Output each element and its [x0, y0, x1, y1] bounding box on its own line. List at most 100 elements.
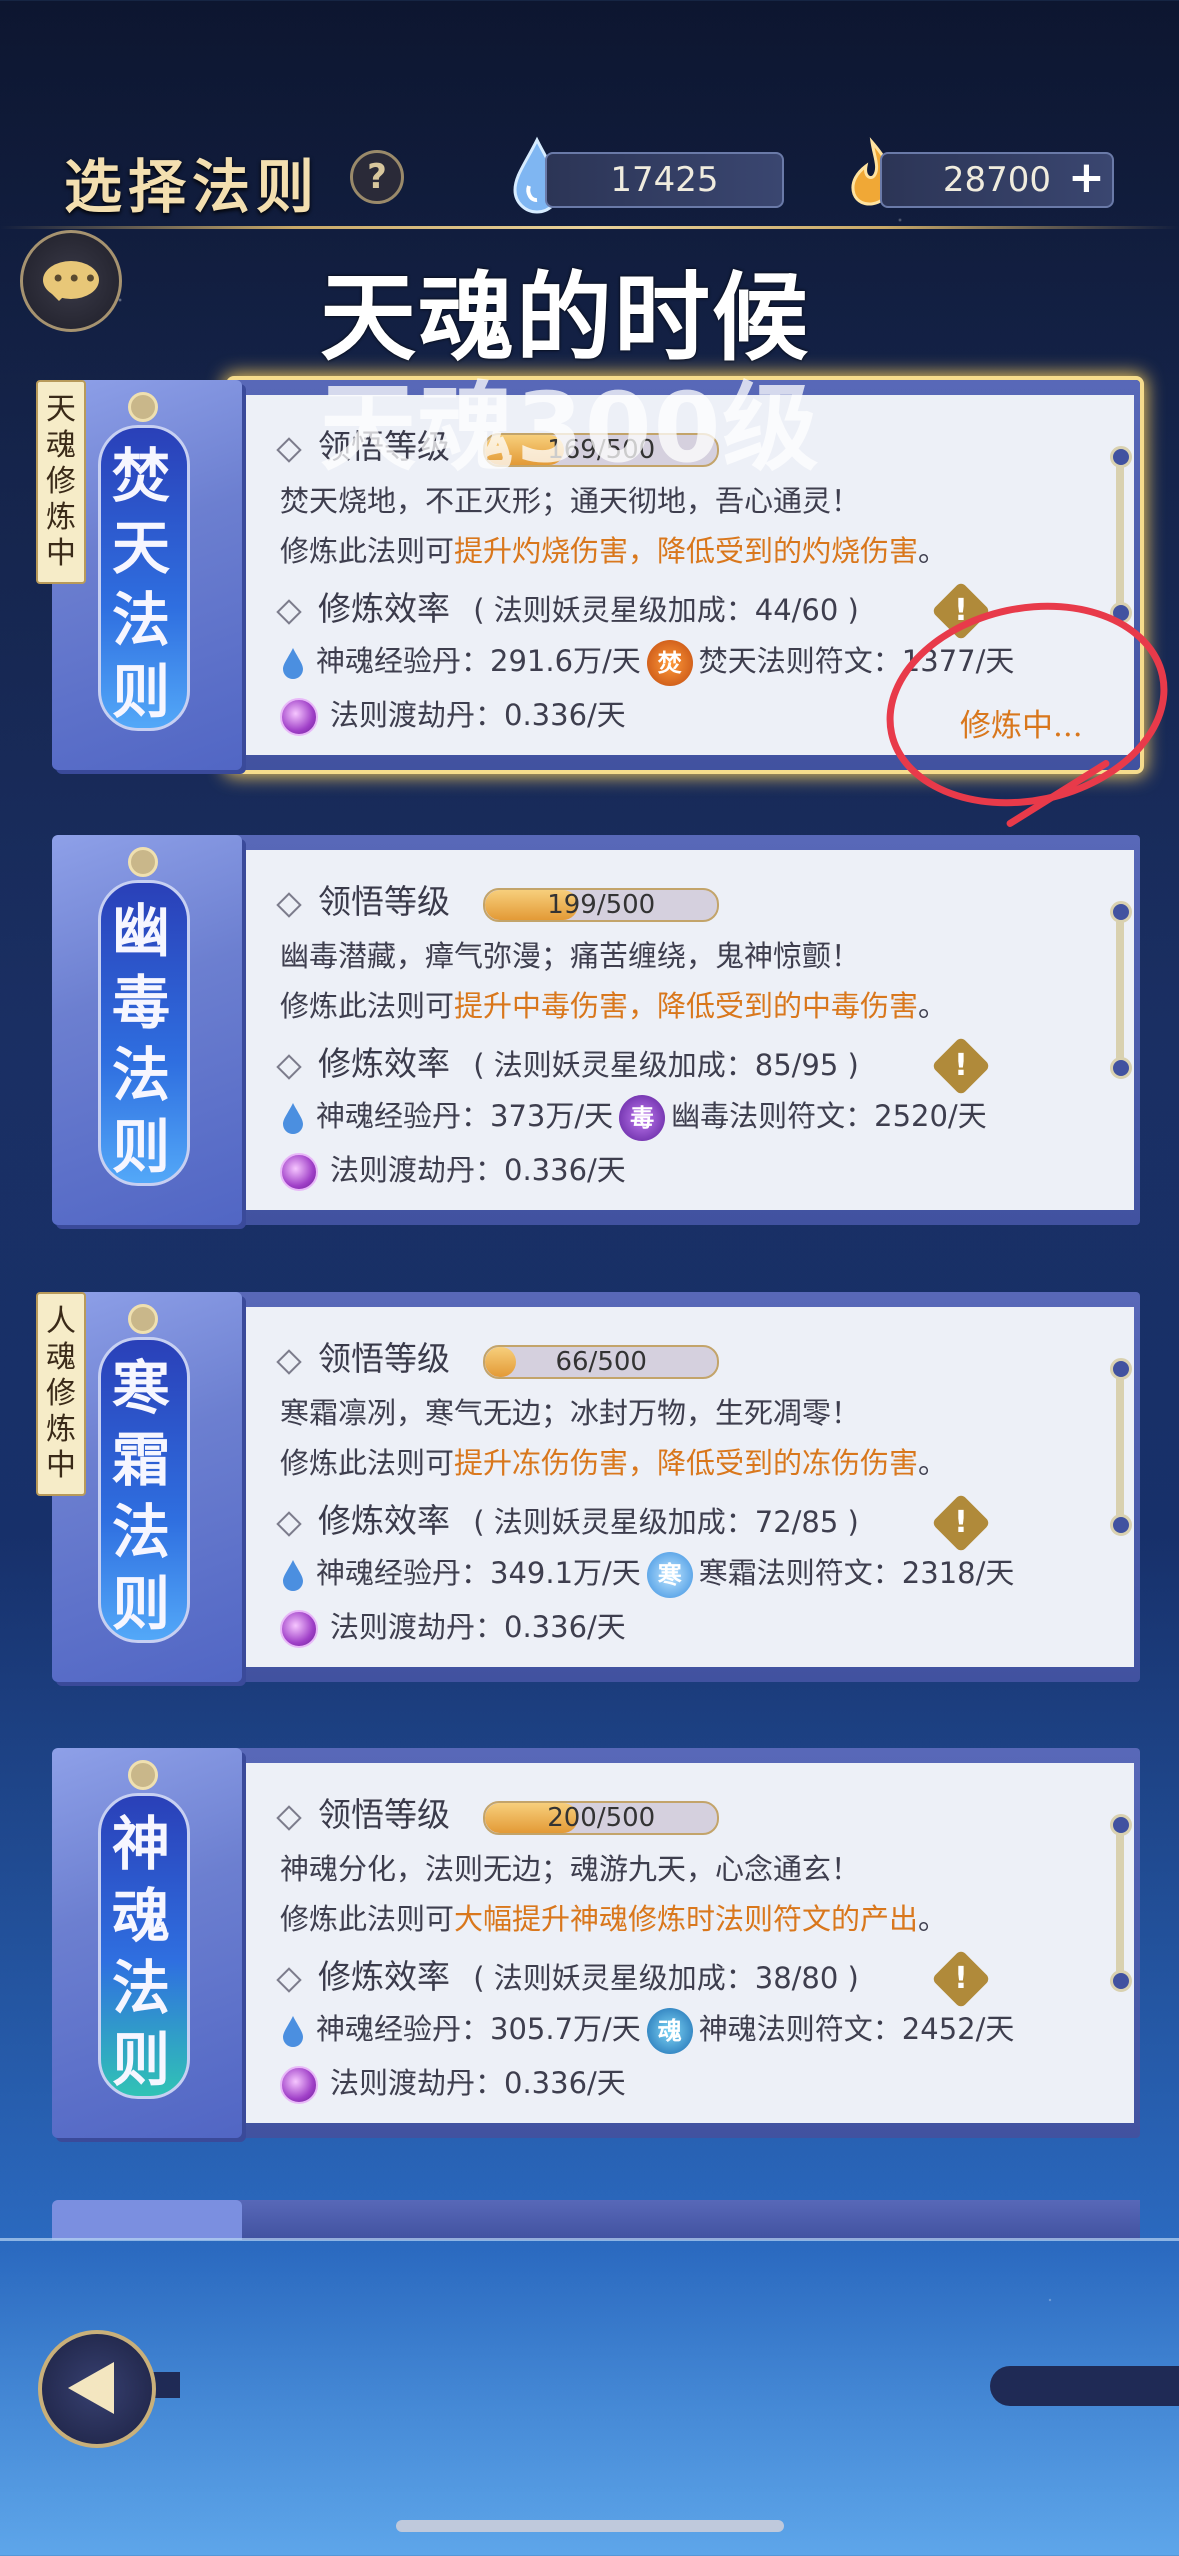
law-scroll: 神魂法则 [40, 1738, 250, 2148]
level-row: 领悟等级 200/500 [276, 1788, 720, 1836]
star-bonus: ( 法则妖灵星级加成：85/95 ) [473, 1048, 859, 1082]
law-card-hanshuang[interactable]: 寒霜法则 人魂修炼中 领悟等级 66/500 寒霜凛冽，寒气无边；冰封万物，生死… [36, 1282, 1140, 1692]
law-name: 神魂法则 [111, 1810, 170, 2094]
star-bonus: ( 法则妖灵星级加成：72/85 ) [473, 1505, 859, 1539]
soul-exp-resource: 17425 [545, 152, 784, 208]
home-indicator[interactable] [396, 2520, 784, 2532]
description-line2: 修炼此法则可提升灼烧伤害，降低受到的灼烧伤害。 [280, 528, 947, 570]
pill-icon [280, 2066, 318, 2104]
description-suffix: 。 [918, 989, 948, 1023]
law-scroll: 幽毒法则 [40, 825, 250, 1235]
scroll-knob [128, 1760, 158, 1790]
description-highlight: 提升冻伤伤害，降低受到的冻伤伤害 [454, 1446, 919, 1480]
star-bonus: ( 法则妖灵星级加成：44/60 ) [473, 593, 859, 627]
pill-output: 法则渡劫丹：0.336/天 [330, 1610, 626, 1644]
overlay-caption-line2: 天魂300级 [320, 372, 821, 484]
rune-output: 幽毒法则符文：2520/天 [671, 1099, 987, 1133]
output-row: 神魂经验丹：373万/天毒幽毒法则符文：2520/天 [280, 1093, 987, 1141]
card-rail [1110, 1358, 1132, 1536]
add-currency-button[interactable]: + [1068, 156, 1105, 200]
description-prefix: 修炼此法则可 [280, 1902, 455, 1936]
description-suffix: 。 [918, 534, 948, 568]
cultivation-ribbon: 天魂修炼中 [36, 380, 86, 584]
pill-icon [280, 698, 318, 736]
diamond-icon [276, 892, 302, 918]
diamond-icon [276, 1967, 302, 1993]
diamond-icon [276, 1054, 302, 1080]
law-name: 幽毒法则 [111, 897, 170, 1181]
back-arrow-icon [68, 2362, 114, 2414]
soul-rune-icon: 魂 [646, 2008, 693, 2054]
star-bonus: ( 法则妖灵星级加成：38/80 ) [473, 1961, 859, 1995]
level-progress-text: 200/500 [547, 1803, 656, 1833]
pill-output: 法则渡劫丹：0.336/天 [330, 2066, 626, 2100]
efficiency-row: 修炼效率 ( 法则妖灵星级加成：85/95 ) [276, 1037, 859, 1085]
description-highlight: 提升灼烧伤害，降低受到的灼烧伤害 [454, 534, 919, 568]
efficiency-label: 修炼效率 [318, 1044, 450, 1083]
level-progress-bar: 66/500 [483, 1345, 720, 1379]
pill-icon [280, 1610, 318, 1648]
water-drop-icon [283, 1103, 303, 1134]
card-rail [1110, 446, 1132, 624]
water-drop-icon [283, 1560, 303, 1591]
level-row: 领悟等级 66/500 [276, 1332, 720, 1380]
poison-rune-icon: 毒 [619, 1095, 666, 1141]
description-line1: 寒霜凛冽，寒气无边；冰封万物，生死凋零！ [280, 1396, 861, 1430]
efficiency-label: 修炼效率 [318, 589, 450, 628]
level-label: 领悟等级 [318, 1339, 450, 1378]
help-icon[interactable]: ? [350, 150, 404, 204]
diamond-icon [276, 437, 302, 463]
efficiency-row: 修炼效率 ( 法则妖灵星级加成：38/80 ) [276, 1950, 859, 1998]
efficiency-label: 修炼效率 [318, 1501, 450, 1540]
page-title: 选择法则 [64, 153, 321, 221]
frost-rune-icon: 寒 [646, 1552, 693, 1598]
rune-output: 寒霜法则符文：2318/天 [698, 1556, 1015, 1590]
description-line1: 幽毒潜藏，瘴气弥漫；痛苦缠绕，鬼神惊颤！ [280, 939, 861, 973]
level-label: 领悟等级 [318, 882, 450, 921]
level-row: 领悟等级 199/500 [276, 875, 720, 923]
pill-output: 法则渡劫丹：0.336/天 [330, 698, 626, 732]
efficiency-label: 修炼效率 [318, 1957, 450, 1996]
header-divider [0, 226, 1179, 229]
description-prefix: 修炼此法则可 [280, 989, 455, 1023]
chat-dots: ••• [51, 265, 100, 293]
exp-output: 神魂经验丹：305.7万/天 [316, 2012, 641, 2046]
pill-output: 法则渡劫丹：0.336/天 [330, 1153, 626, 1187]
back-button[interactable] [38, 2330, 156, 2448]
water-drop-icon [283, 2016, 303, 2047]
law-card-youdu[interactable]: 幽毒法则 领悟等级 199/500 幽毒潜藏，瘴气弥漫；痛苦缠绕，鬼神惊颤！ 修… [40, 825, 1140, 1235]
description-line1: 神魂分化，法则无边；魂游九天，心念通玄！ [280, 1852, 861, 1886]
pill-row: 法则渡劫丹：0.336/天 [280, 692, 626, 736]
description-suffix: 。 [918, 1446, 948, 1480]
level-label: 领悟等级 [318, 1795, 450, 1834]
card-rail [1110, 901, 1132, 1079]
efficiency-row: 修炼效率 ( 法则妖灵星级加成：44/60 ) [276, 582, 859, 630]
description-line2: 修炼此法则可提升冻伤伤害，降低受到的冻伤伤害。 [280, 1440, 947, 1482]
level-progress-bar: 200/500 [483, 1801, 720, 1835]
next-card-scroll-peek [52, 2200, 242, 2240]
output-row: 神魂经验丹：349.1万/天寒寒霜法则符文：2318/天 [280, 1550, 1014, 1598]
card-rail [1110, 1814, 1132, 1992]
exp-output: 神魂经验丹：349.1万/天 [316, 1556, 641, 1590]
chat-button[interactable]: ••• [20, 230, 122, 332]
rune-output: 神魂法则符文：2452/天 [698, 2012, 1015, 2046]
description-highlight: 大幅提升神魂修炼时法则符文的产出 [454, 1902, 919, 1936]
list-bottom-edge [0, 2238, 1179, 2241]
diamond-icon [276, 599, 302, 625]
next-card-peek[interactable] [230, 2200, 1140, 2240]
description-prefix: 修炼此法则可 [280, 1446, 455, 1480]
efficiency-row: 修炼效率 ( 法则妖灵星级加成：72/85 ) [276, 1494, 859, 1542]
exp-output: 神魂经验丹：373万/天 [316, 1099, 614, 1133]
pill-row: 法则渡劫丹：0.336/天 [280, 2060, 626, 2104]
pill-row: 法则渡劫丹：0.336/天 [280, 1604, 626, 1648]
description-suffix: 。 [918, 1902, 948, 1936]
scroll-knob [128, 1304, 158, 1334]
level-progress-text: 199/500 [547, 890, 656, 920]
law-card-shenhun[interactable]: 神魂法则 领悟等级 200/500 神魂分化，法则无边；魂游九天，心念通玄！ 修… [40, 1738, 1140, 2148]
level-progress-bar: 199/500 [483, 888, 720, 922]
pill-row: 法则渡劫丹：0.336/天 [280, 1147, 626, 1191]
description-highlight: 提升中毒伤害，降低受到的中毒伤害 [454, 989, 919, 1023]
cultivation-ribbon: 人魂修炼中 [36, 1292, 86, 1496]
diamond-icon [276, 1805, 302, 1831]
pill-icon [280, 1153, 318, 1191]
